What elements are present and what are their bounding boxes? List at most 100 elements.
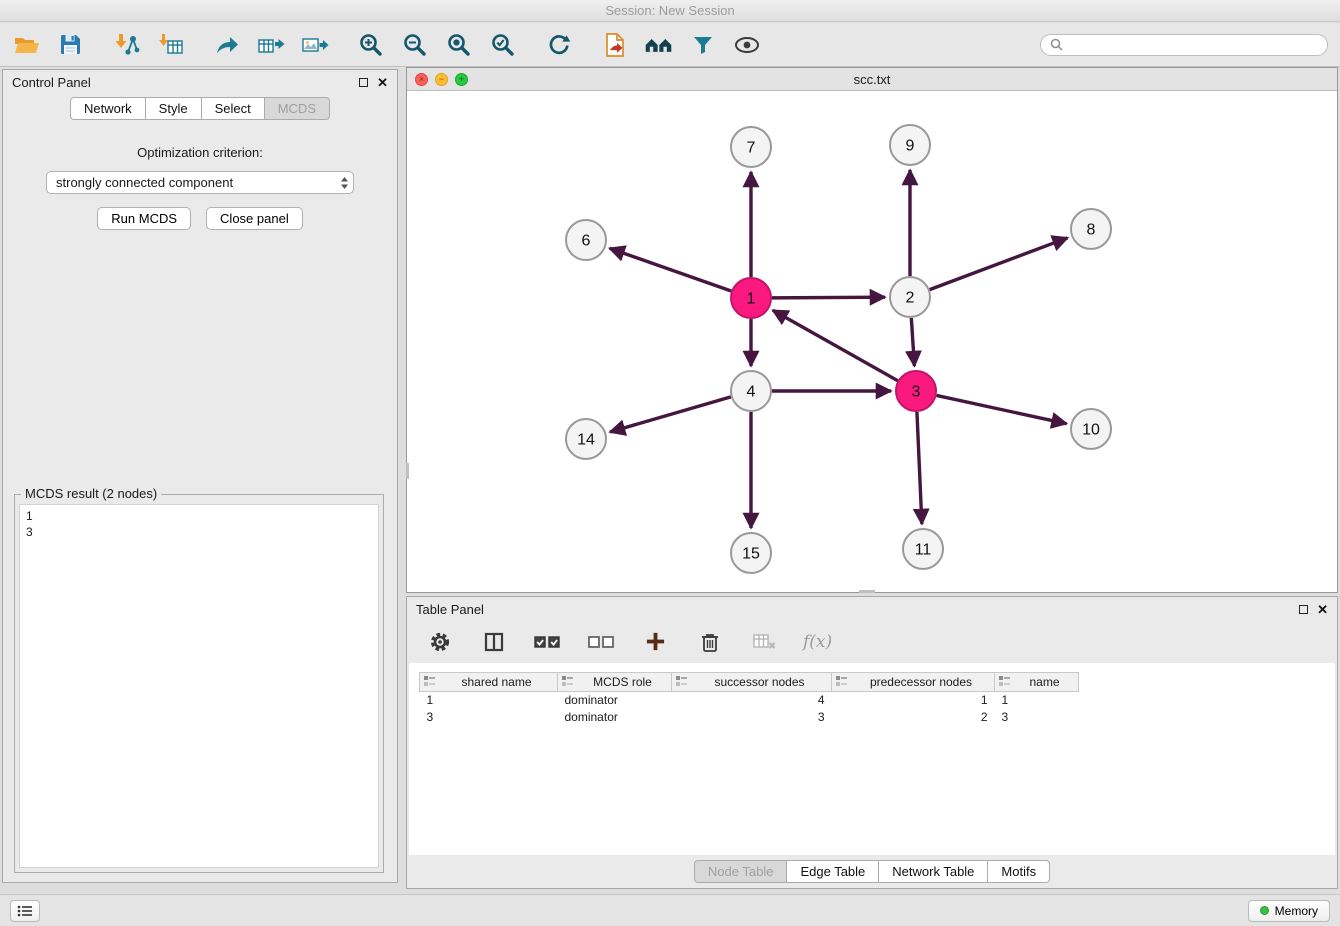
run-mcds-button[interactable]: Run MCDS xyxy=(97,207,191,230)
node-14[interactable]: 14 xyxy=(566,419,606,459)
tab-motifs[interactable]: Motifs xyxy=(987,860,1050,883)
column-header-mcds-role[interactable]: MCDS role xyxy=(558,673,672,692)
close-panel-button[interactable]: Close panel xyxy=(206,207,303,230)
checked-boxes-icon xyxy=(534,633,561,651)
node-8[interactable]: 8 xyxy=(1071,209,1111,249)
edge-1-6[interactable] xyxy=(610,248,732,291)
show-columns-button[interactable] xyxy=(479,627,508,656)
share-document-button[interactable] xyxy=(600,30,629,59)
export-table-icon xyxy=(257,33,285,57)
zoom-out-button[interactable] xyxy=(400,30,429,59)
column-header-successor-nodes[interactable]: successor nodes xyxy=(672,673,832,692)
panel-menu-button[interactable] xyxy=(10,900,40,922)
node-11[interactable]: 11 xyxy=(903,529,943,569)
toolbar-group-session xyxy=(12,30,85,59)
tab-node-table[interactable]: Node Table xyxy=(694,860,788,883)
node-10[interactable]: 10 xyxy=(1071,409,1111,449)
splitter-handle-bottom[interactable] xyxy=(859,590,875,593)
window-close-button[interactable]: × xyxy=(415,73,428,86)
toolbar-group-view xyxy=(600,30,761,59)
tab-style[interactable]: Style xyxy=(145,97,202,120)
float-table-panel-icon[interactable] xyxy=(1299,605,1308,614)
filter-button[interactable] xyxy=(688,30,717,59)
table-cell[interactable]: 1 xyxy=(995,692,1079,709)
node-table[interactable]: shared name MCDS rolesuccessor nodesprede… xyxy=(419,672,1079,726)
node-9[interactable]: 9 xyxy=(890,125,930,165)
table-row[interactable]: 1dominator411 xyxy=(420,692,1079,709)
node-1[interactable]: 1 xyxy=(731,278,771,318)
node-3[interactable]: 3 xyxy=(896,371,936,411)
network-canvas[interactable]: 7 9 6 8 1 2 4 3 14 10 15 11 xyxy=(407,91,1337,592)
zoom-in-button[interactable] xyxy=(356,30,385,59)
table-cell[interactable]: 4 xyxy=(672,692,832,709)
create-column-button[interactable] xyxy=(641,627,670,656)
eye-button[interactable] xyxy=(732,30,761,59)
table-cell[interactable]: 2 xyxy=(832,709,995,726)
save-session-button[interactable] xyxy=(56,30,85,59)
open-session-button[interactable] xyxy=(12,30,41,59)
search-input[interactable] xyxy=(1068,38,1318,52)
zoom-selected-button[interactable] xyxy=(488,30,517,59)
tab-mcds[interactable]: MCDS xyxy=(264,97,330,120)
memory-button[interactable]: Memory xyxy=(1248,900,1330,922)
node-15[interactable]: 15 xyxy=(731,533,771,573)
edge-2-3[interactable] xyxy=(911,318,914,366)
delete-column-button[interactable] xyxy=(695,627,724,656)
export-image-button[interactable] xyxy=(300,30,329,59)
column-label: shared name xyxy=(440,675,553,689)
table-cell[interactable]: dominator xyxy=(558,709,672,726)
table-cell[interactable]: 3 xyxy=(672,709,832,726)
column-header-name[interactable]: name xyxy=(995,673,1079,692)
houses-button[interactable] xyxy=(644,30,673,59)
folder-open-icon xyxy=(14,34,40,56)
zoom-fit-button[interactable] xyxy=(444,30,473,59)
close-panel-icon[interactable]: ✕ xyxy=(377,76,388,89)
edge-3-1[interactable] xyxy=(773,310,898,380)
table-panel-title: Table Panel xyxy=(416,602,484,617)
zoom-out-icon xyxy=(402,32,427,57)
column-header-shared-name[interactable]: shared name xyxy=(420,673,558,692)
window-minimize-button[interactable]: − xyxy=(435,73,448,86)
edge-3-11[interactable] xyxy=(917,412,922,524)
table-cell[interactable]: 3 xyxy=(995,709,1079,726)
edge-2-8[interactable] xyxy=(930,238,1068,290)
close-table-panel-icon[interactable]: ✕ xyxy=(1317,603,1328,616)
delete-table-button xyxy=(749,627,778,656)
table-row[interactable]: 3dominator323 xyxy=(420,709,1079,726)
select-all-columns-button[interactable] xyxy=(533,627,562,656)
network-graph[interactable]: 7 9 6 8 1 2 4 3 14 10 15 11 xyxy=(407,91,1337,592)
import-network-button[interactable] xyxy=(112,30,141,59)
table-cell[interactable]: 1 xyxy=(832,692,995,709)
deselect-all-columns-button[interactable] xyxy=(587,627,616,656)
tab-network[interactable]: Network xyxy=(70,97,146,120)
table-settings-button[interactable] xyxy=(425,627,454,656)
table-cell[interactable]: dominator xyxy=(558,692,672,709)
edge-3-10[interactable] xyxy=(937,395,1067,423)
table-cell[interactable]: 3 xyxy=(420,709,558,726)
optimization-dropdown[interactable]: strongly connected component xyxy=(46,171,354,194)
edge-4-14[interactable] xyxy=(610,397,731,432)
table-cell[interactable]: 1 xyxy=(420,692,558,709)
svg-text:14: 14 xyxy=(577,432,595,449)
refresh-layout-button[interactable] xyxy=(544,30,573,59)
tab-edge-table[interactable]: Edge Table xyxy=(786,860,879,883)
import-table-button[interactable] xyxy=(156,30,185,59)
splitter-handle-left[interactable] xyxy=(406,463,409,479)
control-panel-tabs: NetworkStyleSelectMCDS xyxy=(3,97,397,120)
node-6[interactable]: 6 xyxy=(566,220,606,260)
svg-text:4: 4 xyxy=(747,384,756,401)
window-zoom-button[interactable]: + xyxy=(455,73,468,86)
column-header-predecessor-nodes[interactable]: predecessor nodes xyxy=(832,673,995,692)
node-4[interactable]: 4 xyxy=(731,371,771,411)
search-box[interactable] xyxy=(1040,34,1328,56)
mcds-result-box: MCDS result (2 nodes) 13 xyxy=(14,494,384,873)
node-7[interactable]: 7 xyxy=(731,127,771,167)
edge-1-2[interactable] xyxy=(772,297,885,298)
tab-select[interactable]: Select xyxy=(201,97,265,120)
tab-network-table[interactable]: Network Table xyxy=(878,860,988,883)
node-2[interactable]: 2 xyxy=(890,277,930,317)
export-table-button[interactable] xyxy=(256,30,285,59)
float-panel-icon[interactable] xyxy=(359,78,368,87)
export-network-button[interactable] xyxy=(212,30,241,59)
control-panel-header: Control Panel ✕ xyxy=(3,70,397,94)
